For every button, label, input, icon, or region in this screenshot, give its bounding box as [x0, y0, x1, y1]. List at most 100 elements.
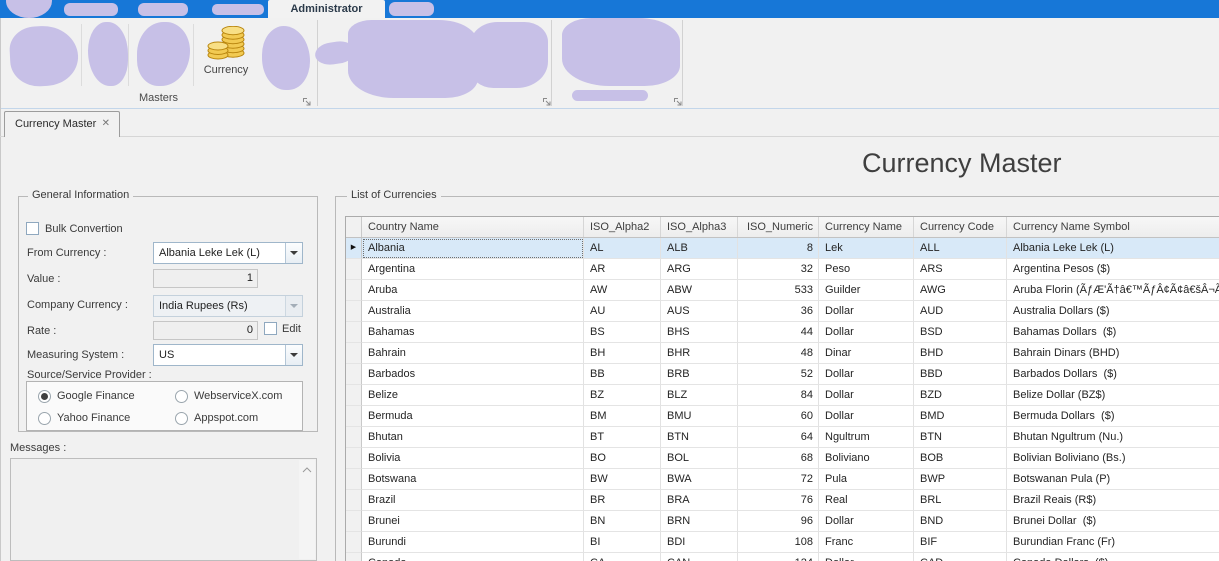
- grid-cell[interactable]: Dollar: [819, 511, 914, 532]
- grid-cell[interactable]: BI: [584, 532, 661, 553]
- row-indicator[interactable]: [346, 427, 362, 448]
- column-header[interactable]: Currency Code: [914, 217, 1007, 237]
- dialog-launcher-icon[interactable]: [542, 94, 552, 106]
- grid-cell[interactable]: BM: [584, 406, 661, 427]
- radio-google-finance-label[interactable]: Google Finance: [57, 390, 135, 402]
- column-header[interactable]: ISO_Alpha2: [584, 217, 661, 237]
- grid-row[interactable]: Aruba AW ABW 533 Guilder AWG Aruba Florin (ÃƒÆ…: [346, 280, 1219, 301]
- grid-cell[interactable]: BLZ: [661, 385, 738, 406]
- tab-administrator[interactable]: Administrator: [268, 0, 385, 18]
- grid-cell[interactable]: Botswanan Pula (P): [1007, 469, 1219, 490]
- grid-cell[interactable]: BO: [584, 448, 661, 469]
- grid-cell[interactable]: 48: [738, 343, 819, 364]
- grid-cell[interactable]: BMU: [661, 406, 738, 427]
- grid-cell[interactable]: BR: [584, 490, 661, 511]
- grid-cell[interactable]: Dollar: [819, 406, 914, 427]
- column-header[interactable]: ISO_Numeric: [738, 217, 819, 237]
- grid-cell[interactable]: Lek: [819, 238, 914, 259]
- tab-currency-master[interactable]: Currency Master ✕: [4, 111, 120, 137]
- row-indicator[interactable]: [346, 532, 362, 553]
- grid-cell[interactable]: BND: [914, 511, 1007, 532]
- grid-cell[interactable]: Dollar: [819, 553, 914, 561]
- grid-cell[interactable]: BTN: [914, 427, 1007, 448]
- grid-cell[interactable]: 72: [738, 469, 819, 490]
- grid-cell[interactable]: 68: [738, 448, 819, 469]
- grid-cell[interactable]: Barbados: [362, 364, 584, 385]
- grid-cell[interactable]: Bermuda Dollars ($): [1007, 406, 1219, 427]
- radio-yahoo-finance[interactable]: [38, 412, 51, 425]
- grid-cell[interactable]: Barbados Dollars ($): [1007, 364, 1219, 385]
- radio-appspot-label[interactable]: Appspot.com: [194, 412, 258, 424]
- grid-cell[interactable]: AUS: [661, 301, 738, 322]
- grid-cell[interactable]: Dollar: [819, 322, 914, 343]
- redacted-region[interactable]: [572, 90, 648, 101]
- redacted-button[interactable]: [262, 26, 310, 90]
- grid-row[interactable]: Bahamas BS BHS 44 Dollar BSD Bahamas Dollars (…: [346, 322, 1219, 343]
- grid-cell[interactable]: 60: [738, 406, 819, 427]
- grid-cell[interactable]: Bhutan Ngultrum (Nu.): [1007, 427, 1219, 448]
- row-indicator[interactable]: [346, 406, 362, 427]
- grid-cell[interactable]: 44: [738, 322, 819, 343]
- grid-cell[interactable]: Bahrain: [362, 343, 584, 364]
- grid-cell[interactable]: 84: [738, 385, 819, 406]
- grid-cell[interactable]: Burundi: [362, 532, 584, 553]
- grid-cell[interactable]: Albania Leke Lek (L): [1007, 238, 1219, 259]
- grid-cell[interactable]: AUD: [914, 301, 1007, 322]
- grid-cell[interactable]: BHD: [914, 343, 1007, 364]
- grid-cell[interactable]: 96: [738, 511, 819, 532]
- grid-cell[interactable]: AW: [584, 280, 661, 301]
- grid-cell[interactable]: BZ: [584, 385, 661, 406]
- redacted-tab[interactable]: [138, 3, 188, 16]
- grid-cell[interactable]: CAD: [914, 553, 1007, 561]
- grid-cell[interactable]: Belize: [362, 385, 584, 406]
- edit-checkbox[interactable]: [264, 322, 277, 335]
- grid-cell[interactable]: Aruba: [362, 280, 584, 301]
- app-menu-orb-redacted[interactable]: [6, 0, 52, 18]
- grid-row[interactable]: Brunei BN BRN 96 Dollar BND Brunei Dollar ($): [346, 511, 1219, 532]
- grid-cell[interactable]: BB: [584, 364, 661, 385]
- grid-cell[interactable]: CA: [584, 553, 661, 561]
- grid-cell[interactable]: Aruba Florin (ÃƒÆ'Ã†â€™ÃƒÂ¢Ã¢â€šÂ¬Ã‚Â: [1007, 280, 1219, 301]
- row-indicator[interactable]: ▶: [346, 238, 362, 259]
- grid-cell[interactable]: Bolivian Boliviano (Bs.): [1007, 448, 1219, 469]
- grid-cell[interactable]: Ngultrum: [819, 427, 914, 448]
- radio-yahoo-finance-label[interactable]: Yahoo Finance: [57, 412, 130, 424]
- grid-cell[interactable]: ABW: [661, 280, 738, 301]
- redacted-region[interactable]: [562, 18, 680, 86]
- row-indicator[interactable]: [346, 364, 362, 385]
- grid-cell[interactable]: BWA: [661, 469, 738, 490]
- grid-cell[interactable]: BRA: [661, 490, 738, 511]
- bulk-convertion-checkbox[interactable]: [26, 222, 39, 235]
- grid-cell[interactable]: BRB: [661, 364, 738, 385]
- grid-cell[interactable]: Bhutan: [362, 427, 584, 448]
- close-icon[interactable]: ✕: [102, 118, 110, 129]
- grid-cell[interactable]: BN: [584, 511, 661, 532]
- grid-cell[interactable]: BRN: [661, 511, 738, 532]
- grid-cell[interactable]: 32: [738, 259, 819, 280]
- grid-cell[interactable]: Bahamas Dollars ($): [1007, 322, 1219, 343]
- grid-row[interactable]: Bhutan BT BTN 64 Ngultrum BTN Bhutan Ngultrum …: [346, 427, 1219, 448]
- grid-cell[interactable]: BMD: [914, 406, 1007, 427]
- grid-cell[interactable]: Dollar: [819, 364, 914, 385]
- grid-cell[interactable]: 8: [738, 238, 819, 259]
- grid-cell[interactable]: Dollar: [819, 385, 914, 406]
- grid-cell[interactable]: Australia: [362, 301, 584, 322]
- grid-cell[interactable]: BOL: [661, 448, 738, 469]
- redacted-tab[interactable]: [64, 3, 118, 16]
- grid-cell[interactable]: BHS: [661, 322, 738, 343]
- grid-cell[interactable]: Canada: [362, 553, 584, 561]
- grid-cell[interactable]: 76: [738, 490, 819, 511]
- edit-label[interactable]: Edit: [282, 323, 301, 335]
- grid-cell[interactable]: Dinar: [819, 343, 914, 364]
- grid-row[interactable]: Bahrain BH BHR 48 Dinar BHD Bahrain Dinars (BH…: [346, 343, 1219, 364]
- radio-webservicex[interactable]: [175, 390, 188, 403]
- row-indicator[interactable]: [346, 385, 362, 406]
- grid-row[interactable]: Barbados BB BRB 52 Dollar BBD Barbados Dollars…: [346, 364, 1219, 385]
- row-indicator[interactable]: [346, 490, 362, 511]
- grid-cell[interactable]: BH: [584, 343, 661, 364]
- row-indicator[interactable]: [346, 469, 362, 490]
- grid-cell[interactable]: Dollar: [819, 301, 914, 322]
- grid-row[interactable]: Argentina AR ARG 32 Peso ARS Argentina Pesos (…: [346, 259, 1219, 280]
- grid-cell[interactable]: BBD: [914, 364, 1007, 385]
- grid-row[interactable]: CanadaCACAN124DollarCADCanada Dollars ($…: [346, 553, 1219, 561]
